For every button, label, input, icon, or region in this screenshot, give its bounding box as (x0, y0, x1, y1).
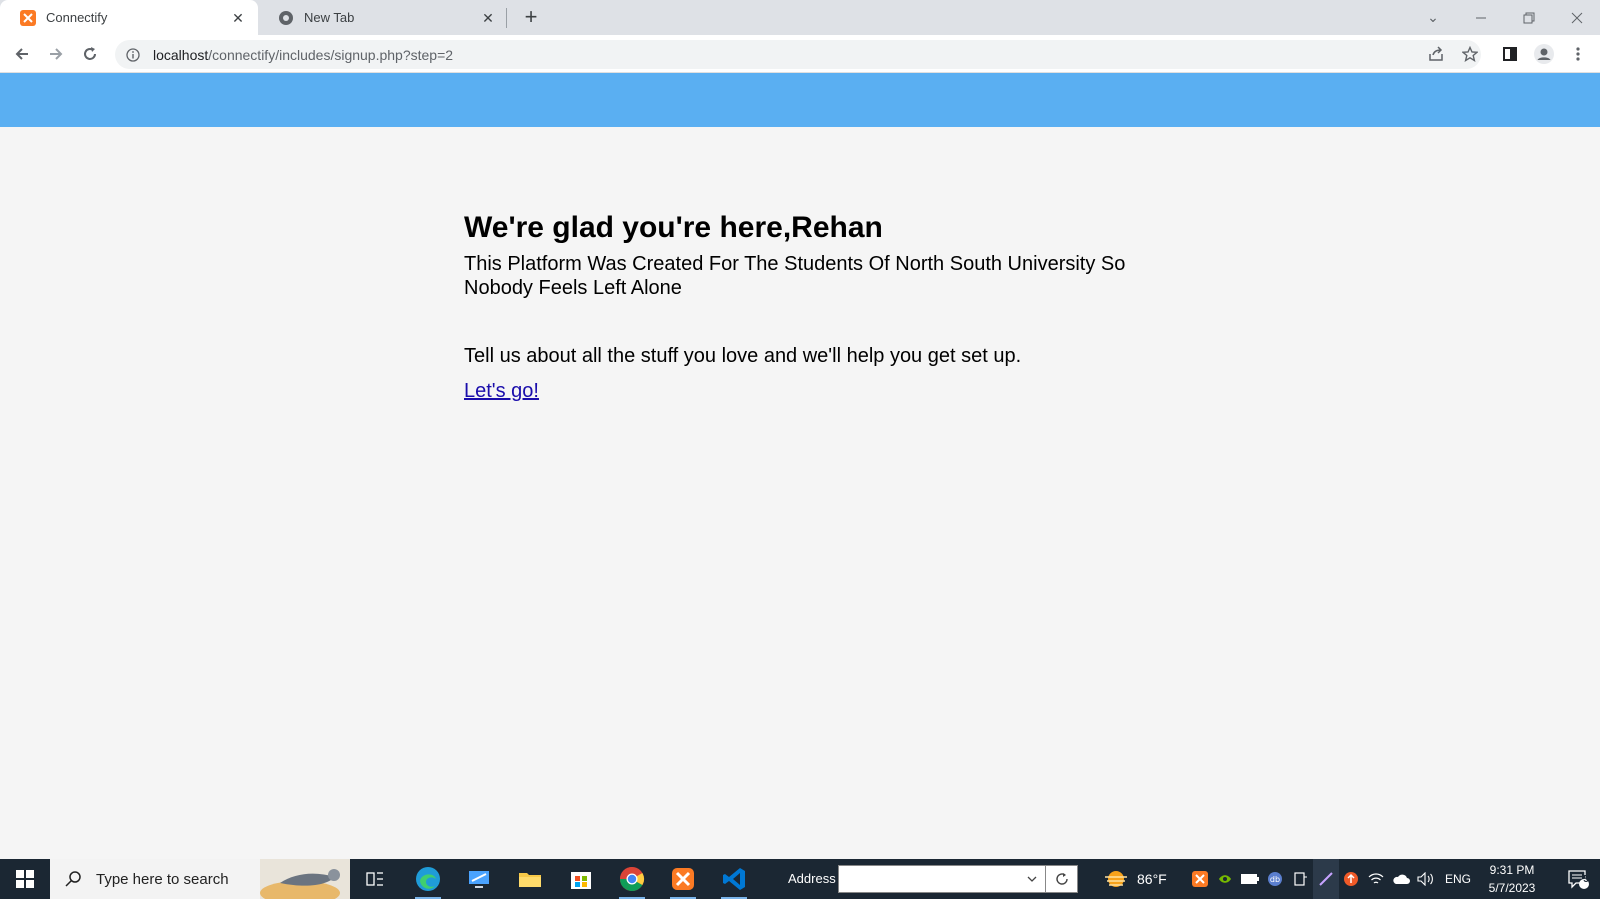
tab-connectify[interactable]: Connectify ✕ (0, 0, 258, 35)
browser-toolbar: localhost/connectify/includes/signup.php… (0, 35, 1600, 73)
menu-kebab-icon[interactable] (1564, 40, 1592, 68)
new-tab-button[interactable]: + (518, 5, 544, 31)
side-panel-icon[interactable] (1496, 40, 1524, 68)
clock-date: 5/7/2023 (1488, 881, 1536, 895)
notification-count: 5 (1583, 874, 1589, 885)
weather-temperature: 86°F (1137, 871, 1167, 887)
tab-strip: Connectify ✕ New Tab ✕ + ⌄ (0, 0, 1600, 35)
xampp-taskbar-icon[interactable] (658, 859, 708, 899)
start-button[interactable] (0, 859, 50, 899)
upload-tray-icon[interactable] (1339, 859, 1363, 899)
close-tab-icon[interactable]: ✕ (230, 10, 246, 26)
taskbar-search-box[interactable]: Type here to search (50, 859, 350, 899)
refresh-icon[interactable] (1046, 865, 1078, 893)
url-path: /connectify/includes/signup.php?step=2 (208, 46, 454, 63)
clock-time: 9:31 PM (1489, 863, 1535, 877)
setup-prompt: Tell us about all the stuff you love and… (464, 345, 1022, 367)
lets-go-link[interactable]: Let's go! (464, 379, 539, 403)
onedrive-cloud-icon[interactable] (1389, 859, 1413, 899)
back-button[interactable] (8, 40, 36, 68)
windows-taskbar: Type here to search Address 86°F db ENG … (0, 859, 1600, 899)
bookmark-star-icon[interactable] (1456, 40, 1484, 68)
chevron-down-icon[interactable] (1018, 865, 1046, 893)
taskbar-search-placeholder: Type here to search (96, 870, 229, 888)
windows-logo-icon (16, 870, 34, 888)
restore-button[interactable] (1506, 0, 1552, 35)
device-tray-icon[interactable] (1288, 859, 1312, 899)
search-icon (64, 870, 82, 888)
search-highlight-illustration-icon (260, 859, 350, 899)
browser-window: Connectify ✕ New Tab ✕ + ⌄ localhost/con… (0, 0, 1600, 859)
chrome-icon (278, 10, 294, 26)
welcome-heading: We're glad you're here,Rehan (464, 211, 883, 244)
meet-now-icon[interactable]: db (1263, 859, 1287, 899)
taskbar-address-input[interactable] (838, 865, 1046, 893)
tab-search-chevron-icon[interactable]: ⌄ (1410, 0, 1456, 35)
header-banner (0, 73, 1600, 127)
task-view-icon[interactable] (350, 859, 400, 899)
notification-center-icon[interactable]: 5 (1556, 859, 1600, 899)
xampp-icon (20, 9, 36, 26)
info-icon[interactable] (125, 47, 141, 63)
tab-title: Connectify (46, 10, 108, 25)
input-language[interactable]: ENG (1445, 859, 1471, 899)
forward-button[interactable] (42, 40, 70, 68)
system-clock[interactable]: 9:31 PM 5/7/2023 (1480, 859, 1544, 899)
weather-widget[interactable]: 86°F (1103, 859, 1167, 899)
tab-new-tab[interactable]: New Tab ✕ (258, 0, 508, 35)
edge-browser-icon[interactable] (403, 859, 453, 899)
platform-description: This Platform Was Created For The Studen… (464, 253, 1126, 299)
close-window-button[interactable] (1554, 0, 1600, 35)
url-text: localhost/connectify/includes/signup.php… (153, 47, 453, 63)
minimize-button[interactable] (1458, 0, 1504, 35)
volume-icon[interactable] (1414, 859, 1438, 899)
tab-separator (506, 8, 507, 28)
chrome-taskbar-icon[interactable] (607, 859, 657, 899)
remote-desktop-icon[interactable] (454, 859, 504, 899)
taskbar-address-label: Address (788, 871, 836, 886)
vscode-icon[interactable] (709, 859, 759, 899)
welcome-section: We're glad you're here,Rehan This Platfo… (464, 210, 1164, 403)
sun-haze-icon (1105, 871, 1127, 887)
microsoft-store-icon[interactable] (556, 859, 606, 899)
xampp-tray-icon[interactable] (1188, 859, 1212, 899)
web-page: We're glad you're here,Rehan This Platfo… (0, 73, 1600, 859)
battery-icon[interactable] (1238, 859, 1262, 899)
reload-button[interactable] (76, 40, 104, 68)
file-explorer-icon[interactable] (505, 859, 555, 899)
share-icon[interactable] (1422, 40, 1450, 68)
url-host: localhost (153, 46, 209, 63)
pen-tray-icon[interactable] (1313, 859, 1339, 899)
close-tab-icon[interactable]: ✕ (480, 10, 496, 26)
nvidia-tray-icon[interactable] (1213, 859, 1237, 899)
svg-text:db: db (1270, 875, 1280, 884)
wifi-icon[interactable] (1364, 859, 1388, 899)
address-bar[interactable]: localhost/connectify/includes/signup.php… (115, 40, 1481, 69)
tab-title: New Tab (304, 10, 355, 25)
profile-avatar-icon[interactable] (1530, 40, 1558, 68)
